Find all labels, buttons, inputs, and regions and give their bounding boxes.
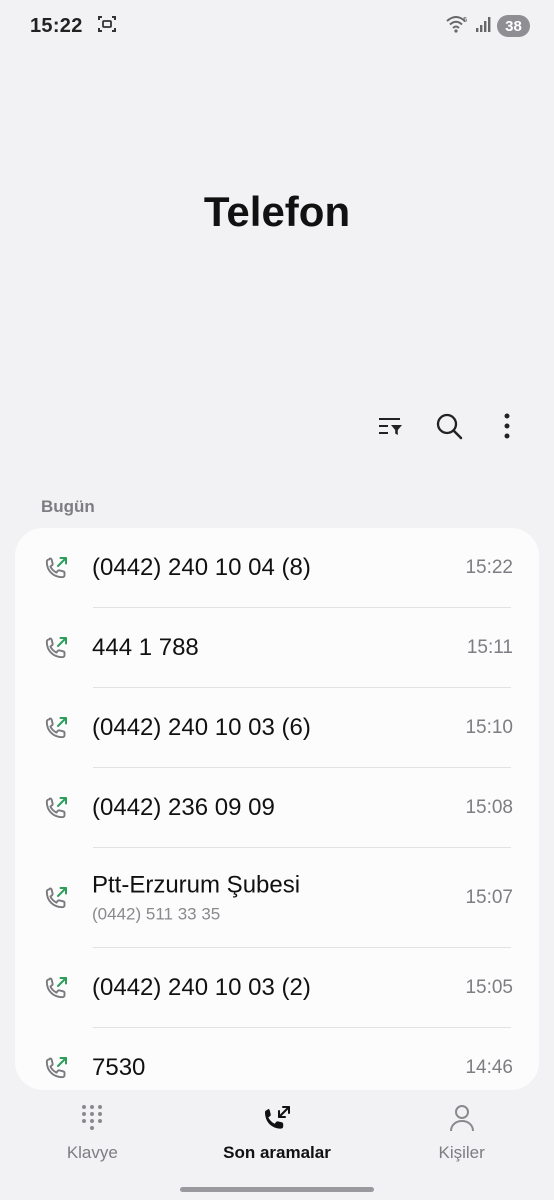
recent-calls-icon [262,1104,292,1137]
outgoing-call-icon [43,975,69,1001]
keypad-icon [80,1104,104,1137]
more-options-icon [503,413,511,444]
nav-contacts[interactable]: Kişiler [377,1104,547,1163]
call-row[interactable]: (0442) 240 10 04 (8) 15:22 [15,528,539,608]
status-bar: 15:22 5 38 [0,0,554,52]
call-row[interactable]: 7530 14:46 [15,1028,539,1090]
call-time: 15:05 [465,977,513,998]
call-title: Ptt-Erzurum Şubesi [92,871,301,899]
call-title: (0442) 240 10 04 (8) [92,554,311,581]
search-icon [435,412,463,445]
call-row[interactable]: Ptt-Erzurum Şubesi (0442) 511 33 35 15:0… [15,848,539,948]
call-title: 444 1 788 [92,634,199,661]
outgoing-call-icon [43,795,69,821]
section-label-today: Bugün [41,497,95,516]
signal-icon [475,15,491,38]
call-row[interactable]: (0442) 236 09 09 15:08 [15,768,539,848]
call-time: 15:22 [465,557,513,578]
nav-recents-label: Son aramalar [223,1142,331,1162]
outgoing-call-icon [43,1055,69,1081]
filter-icon [378,414,404,443]
contacts-icon [449,1104,475,1137]
more-options-button[interactable] [490,408,524,448]
call-time: 15:07 [465,887,513,908]
call-time: 15:08 [465,797,513,818]
outgoing-call-icon [43,555,69,581]
wifi-icon: 5 [445,14,469,39]
nav-keypad-label: Klavye [66,1142,118,1162]
call-title: 7530 [92,1054,146,1081]
nav-keypad[interactable]: Klavye [7,1104,177,1163]
call-title: (0442) 240 10 03 (2) [92,974,311,1001]
outgoing-call-icon [43,885,69,911]
search-button[interactable] [432,408,466,448]
call-row[interactable]: (0442) 240 10 03 (6) 15:10 [15,688,539,768]
call-row[interactable]: (0442) 240 10 03 (2) 15:05 [15,948,539,1028]
toolbar [374,408,524,448]
call-time: 15:10 [465,717,513,738]
bottom-nav: Klavye Son aramalar Kişiler [0,1098,554,1168]
call-time: 15:11 [466,637,513,658]
screenshot-icon [97,14,117,39]
call-title: (0442) 240 10 03 (6) [92,714,311,741]
call-time: 14:46 [465,1057,513,1078]
filter-button[interactable] [374,408,408,448]
status-time: 15:22 [30,14,83,37]
page-title: Telefon [203,188,351,235]
outgoing-call-icon [43,715,69,741]
home-indicator[interactable] [180,1187,374,1192]
nav-contacts-label: Kişiler [438,1142,485,1162]
nav-recents[interactable]: Son aramalar [192,1104,362,1163]
call-title: (0442) 236 09 09 [92,794,275,821]
recent-calls-list: (0442) 240 10 04 (8) 15:22 444 1 788 15:… [15,528,539,1090]
call-row[interactable]: 444 1 788 15:11 [15,608,539,688]
svg-text:5: 5 [463,16,467,24]
outgoing-call-icon [43,635,69,661]
call-subtitle: (0442) 511 33 35 [92,904,221,924]
battery-icon: 38 [497,15,530,37]
